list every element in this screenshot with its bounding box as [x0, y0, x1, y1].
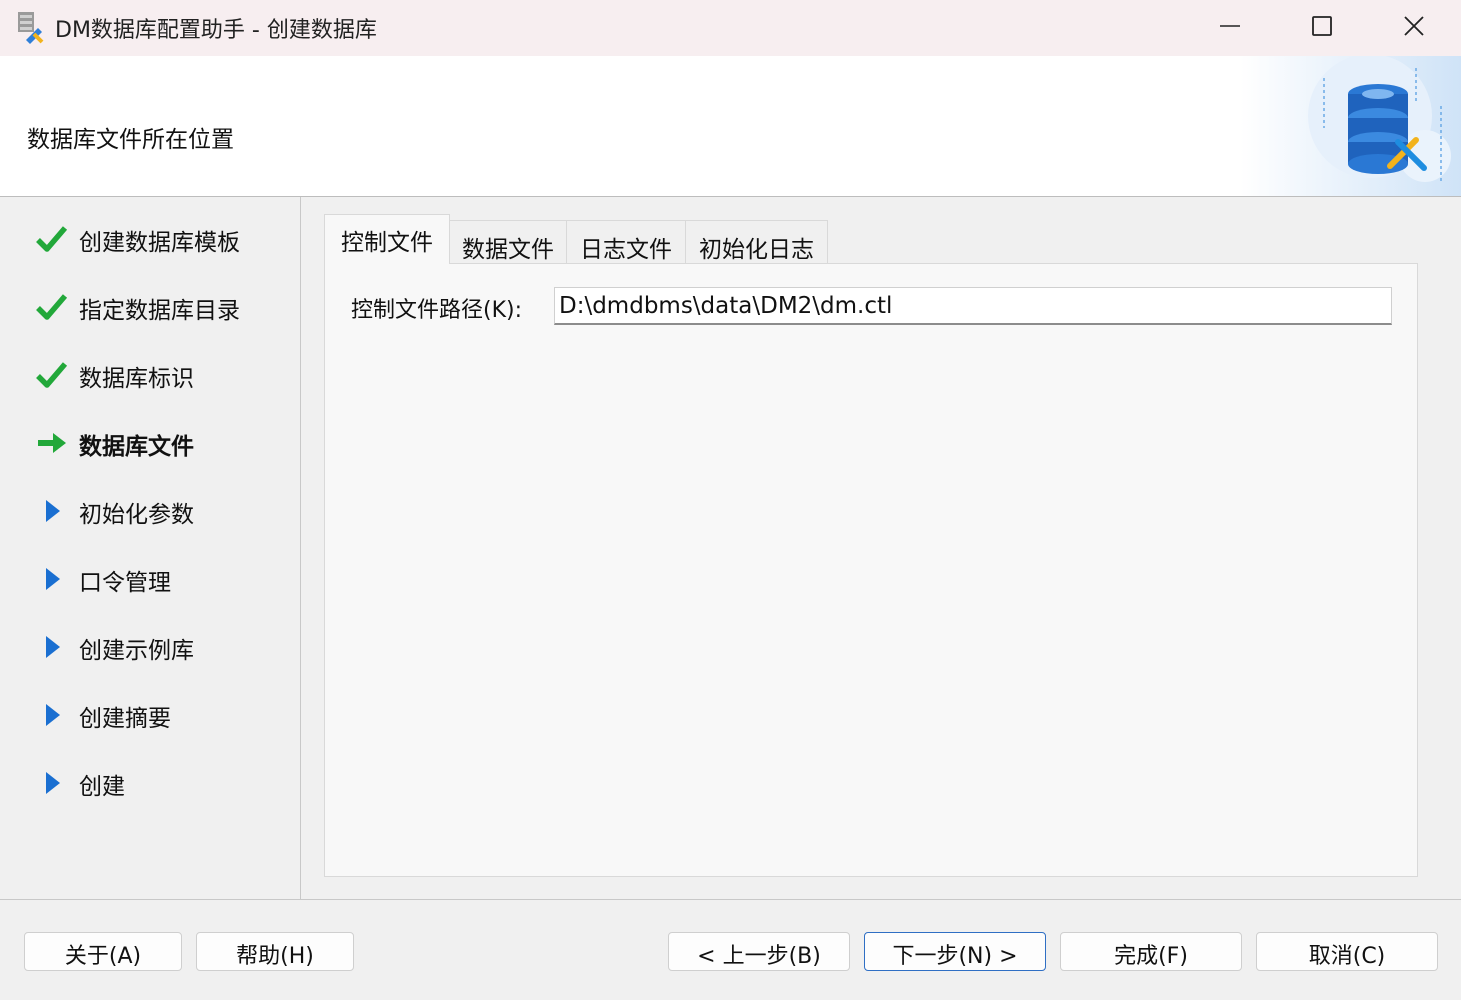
database-wrench-illustration [1240, 54, 1461, 196]
step-label: 数据库文件 [79, 434, 194, 460]
triangle-right-icon [36, 633, 68, 661]
tab-log-file[interactable]: 日志文件 [566, 220, 686, 264]
step-label: 创建 [79, 774, 125, 800]
maximize-icon [1311, 15, 1333, 41]
control-file-panel: 控制文件路径(K): [324, 263, 1418, 877]
close-button[interactable] [1368, 0, 1460, 56]
triangle-right-icon [36, 701, 68, 729]
control-file-path-input[interactable] [554, 287, 1392, 325]
wizard-steps-sidebar: 创建数据库模板 指定数据库目录 数据库标识 数据库文件 初始化参数 口令管理 创… [0, 197, 301, 899]
step-item: 创建摘要 [0, 693, 300, 737]
tab-label: 控制文件 [341, 230, 433, 256]
cancel-button[interactable]: 取消(C) [1256, 932, 1438, 971]
tab-label: 数据文件 [462, 237, 554, 263]
step-label: 创建数据库模板 [79, 230, 240, 256]
checkmark-icon [36, 361, 68, 389]
step-item: 创建数据库模板 [0, 217, 300, 261]
step-label: 创建摘要 [79, 706, 171, 732]
tab-data-file[interactable]: 数据文件 [449, 220, 567, 264]
about-button[interactable]: 关于(A) [24, 932, 182, 971]
title-bar: DM数据库配置助手 - 创建数据库 [0, 0, 1461, 56]
finish-button[interactable]: 完成(F) [1060, 932, 1242, 971]
step-item: 指定数据库目录 [0, 285, 300, 329]
step-label: 创建示例库 [79, 638, 194, 664]
window-title: DM数据库配置助手 - 创建数据库 [55, 18, 377, 43]
step-label: 数据库标识 [79, 366, 194, 392]
step-label: 指定数据库目录 [79, 298, 240, 324]
step-item: 创建示例库 [0, 625, 300, 669]
wizard-header: 数据库文件所在位置 [0, 54, 1461, 197]
tab-label: 初始化日志 [699, 237, 814, 263]
step-label: 初始化参数 [79, 502, 194, 528]
step-item: 数据库标识 [0, 353, 300, 397]
app-icon [14, 10, 46, 44]
next-button[interactable]: 下一步(N) > [864, 932, 1046, 971]
close-icon [1403, 15, 1425, 41]
tab-label: 日志文件 [580, 237, 672, 263]
step-item: 初始化参数 [0, 489, 300, 533]
triangle-right-icon [36, 565, 68, 593]
help-button[interactable]: 帮助(H) [196, 932, 354, 971]
step-label: 口令管理 [79, 570, 171, 596]
triangle-right-icon [36, 769, 68, 797]
minimize-icon [1219, 15, 1241, 41]
tab-init-log[interactable]: 初始化日志 [685, 220, 828, 264]
triangle-right-icon [36, 497, 68, 525]
page-title: 数据库文件所在位置 [27, 127, 234, 153]
arrow-right-icon [36, 429, 68, 457]
step-item-current: 数据库文件 [0, 421, 300, 465]
checkmark-icon [36, 293, 68, 321]
checkmark-icon [36, 225, 68, 253]
maximize-button[interactable] [1276, 0, 1368, 56]
minimize-button[interactable] [1184, 0, 1276, 56]
control-file-path-label: 控制文件路径(K): [351, 298, 523, 323]
back-button[interactable]: < 上一步(B) [668, 932, 850, 971]
step-item: 创建 [0, 761, 300, 805]
wizard-footer: 关于(A) 帮助(H) < 上一步(B) 下一步(N) > 完成(F) 取消(C… [0, 899, 1461, 1000]
tab-control-file[interactable]: 控制文件 [324, 214, 450, 264]
step-item: 口令管理 [0, 557, 300, 601]
